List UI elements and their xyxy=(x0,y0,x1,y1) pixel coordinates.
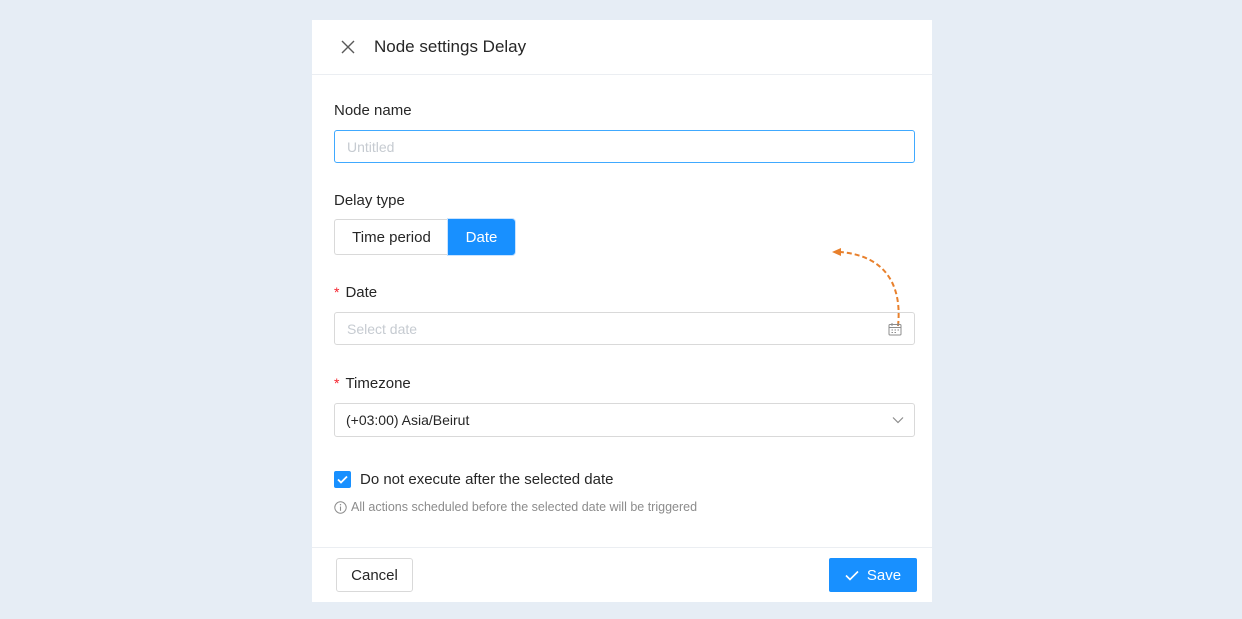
panel-header: Node settings Delay xyxy=(312,20,932,75)
page-title: Node settings Delay xyxy=(374,37,527,56)
calendar-icon xyxy=(888,322,902,335)
timezone-value: (+03:00) Asia/Beirut xyxy=(346,412,470,428)
required-mark: * xyxy=(334,375,340,391)
timezone-label: * Timezone xyxy=(334,375,411,392)
info-icon xyxy=(334,500,347,514)
chevron-down-icon xyxy=(892,417,904,424)
node-settings-panel: Node settings Delay Node name Delay type… xyxy=(312,20,932,602)
timezone-label-text: Timezone xyxy=(345,375,411,392)
execute-option-row: Do not execute after the selected date xyxy=(334,471,614,488)
delay-type-time-period-option[interactable]: Time period xyxy=(334,219,448,255)
timezone-select[interactable]: (+03:00) Asia/Beirut xyxy=(334,403,915,437)
delay-type-segmented-control: Time period Date xyxy=(334,219,515,255)
save-button[interactable]: Save xyxy=(829,558,917,592)
delay-type-date-option[interactable]: Date xyxy=(448,219,515,255)
checkmark-icon xyxy=(337,475,348,484)
date-label: * Date xyxy=(334,284,377,301)
close-button[interactable] xyxy=(340,39,356,55)
delay-type-label: Delay type xyxy=(334,192,405,209)
save-button-label: Save xyxy=(866,566,902,584)
close-icon xyxy=(341,40,355,54)
execute-option-label[interactable]: Do not execute after the selected date xyxy=(360,471,614,488)
node-name-label: Node name xyxy=(334,102,412,119)
cancel-button[interactable]: Cancel xyxy=(336,558,413,592)
panel-footer: Cancel Save xyxy=(312,547,932,602)
execute-option-hint: All actions scheduled before the selecte… xyxy=(334,500,697,514)
hint-text: All actions scheduled before the selecte… xyxy=(351,500,698,514)
required-mark: * xyxy=(334,284,340,300)
execute-option-checkbox[interactable] xyxy=(334,471,351,488)
check-icon xyxy=(845,570,859,581)
node-name-input[interactable] xyxy=(334,130,915,163)
date-label-text: Date xyxy=(345,284,378,301)
date-picker-input[interactable]: Select date xyxy=(334,312,915,345)
date-placeholder: Select date xyxy=(347,320,418,337)
